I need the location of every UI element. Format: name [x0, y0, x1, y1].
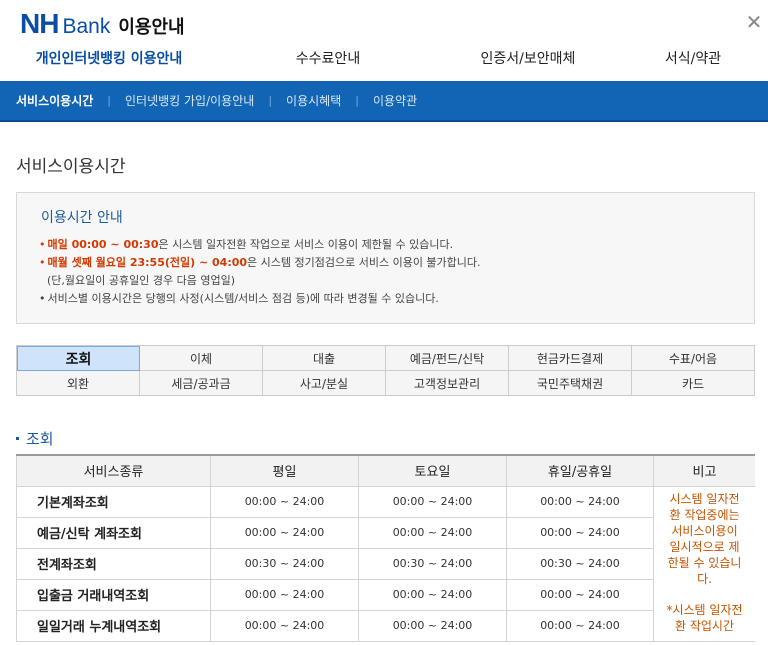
subnav-service-hours[interactable]: 서비스이용시간: [16, 92, 93, 109]
service-tab-foreign-exchange[interactable]: 외환: [17, 371, 140, 396]
bullet-icon: [16, 437, 19, 440]
table-header-row: 서비스종류 평일 토요일 휴일/공휴일 비고: [16, 454, 755, 487]
nh-bank-logo: NH Bank 이용안내: [20, 8, 185, 40]
service-tab-customer-info[interactable]: 고객정보관리: [386, 371, 509, 396]
popup-header: NH Bank 이용안내 ✕: [0, 0, 768, 46]
notice-line: • 매일 00:00 ~ 00:30은 시스템 일자전환 작업으로 서비스 이용이…: [39, 238, 454, 251]
weekday-hours: 00:00 ~ 24:00: [210, 609, 359, 642]
section-heading: 조회: [16, 428, 54, 449]
tab-personal-banking-guide[interactable]: 개인인터넷뱅킹 이용안내: [0, 46, 218, 81]
holiday-hours: 00:00 ~ 24:00: [506, 516, 654, 549]
service-name: 일일거래 누계내역조회: [16, 609, 211, 642]
section-title: 조회: [26, 430, 54, 448]
table-row: 전계좌조회 00:30 ~ 24:00 00:30 ~ 24:00 00:30 …: [16, 547, 756, 580]
notice-title: 이용시간 안내: [41, 210, 123, 226]
service-tab-loan[interactable]: 대출: [263, 346, 386, 371]
subnav-separator: |: [268, 94, 273, 107]
service-hours-table: 서비스종류 평일 토요일 휴일/공휴일 비고 기본계좌조회 00:00 ~ 24…: [16, 454, 755, 642]
saturday-hours: 00:30 ~ 24:00: [358, 547, 507, 580]
table-row: 기본계좌조회 00:00 ~ 24:00 00:00 ~ 24:00 00:00…: [16, 485, 755, 642]
col-header-weekday: 평일: [210, 454, 359, 487]
service-tab-accident-loss[interactable]: 사고/분실: [263, 371, 386, 396]
notice-box: 이용시간 안내 • 매일 00:00 ~ 00:30은 시스템 일자전환 작업으로…: [16, 192, 755, 324]
col-header-service: 서비스종류: [16, 454, 211, 487]
page-title: 서비스이용시간: [16, 157, 126, 177]
subnav-separator: |: [107, 94, 111, 107]
main-tabs: 개인인터넷뱅킹 이용안내 수수료안내 인증서/보안매체 서식/약관: [0, 46, 768, 81]
holiday-hours: 00:30 ~ 24:00: [506, 547, 654, 580]
close-icon[interactable]: ✕: [744, 12, 764, 32]
subnav-signup-guide[interactable]: 인터넷뱅킹 가입/이용안내: [125, 92, 254, 109]
service-name: 기본계좌조회: [16, 485, 211, 518]
saturday-hours: 00:00 ~ 24:00: [358, 609, 507, 642]
service-tab-cashcard-payment[interactable]: 현금카드결제: [509, 346, 632, 371]
service-name: 전계좌조회: [16, 547, 211, 580]
service-category-tabs: 조회 이체 대출 예금/펀드/신탁 현금카드결제 수표/어음 외환 세금/공과금…: [16, 345, 755, 396]
weekday-hours: 00:00 ~ 24:00: [210, 578, 359, 611]
notice-line: (단,월요일이 공휴일인 경우 다음 영업일): [47, 274, 235, 287]
note-cell: 시스템 일자전 환 작업중에는 서비스이용이 일시적으로 제 한될 수 있습니 …: [653, 485, 755, 642]
service-tab-card[interactable]: 카드: [632, 371, 755, 396]
saturday-hours: 00:00 ~ 24:00: [358, 578, 507, 611]
col-header-note: 비고: [653, 454, 755, 487]
tab-forms-terms[interactable]: 서식/약관: [618, 46, 768, 81]
tab-certificate-security[interactable]: 인증서/보안매체: [438, 46, 618, 81]
sub-navigation: 서비스이용시간 | 인터넷뱅킹 가입/이용안내 | 이용시혜택 | 이용약관: [0, 81, 768, 122]
subnav-terms[interactable]: 이용약관: [373, 92, 417, 109]
service-tab-tax-utility[interactable]: 세금/공과금: [140, 371, 263, 396]
service-name: 예금/신탁 계좌조회: [16, 516, 211, 549]
notice-line: • 매월 셋째 월요일 23:55(전일) ~ 04:00은 시스템 정기점검으로…: [39, 256, 481, 269]
table-row: 예금/신탁 계좌조회 00:00 ~ 24:00 00:00 ~ 24:00 0…: [16, 516, 756, 549]
logo-nh: NH: [20, 8, 59, 39]
holiday-hours: 00:00 ~ 24:00: [506, 485, 654, 518]
weekday-hours: 00:00 ~ 24:00: [210, 516, 359, 549]
col-header-saturday: 토요일: [358, 454, 507, 487]
table-row: 일일거래 누계내역조회 00:00 ~ 24:00 00:00 ~ 24:00 …: [16, 609, 756, 642]
subnav-separator: |: [355, 94, 359, 107]
service-tab-housing-bond[interactable]: 국민주택채권: [509, 371, 632, 396]
holiday-hours: 00:00 ~ 24:00: [506, 609, 654, 642]
tab-fee-guide[interactable]: 수수료안내: [218, 46, 438, 81]
logo-bank: Bank: [62, 15, 111, 38]
service-tab-deposit-fund-trust[interactable]: 예금/펀드/신탁: [386, 346, 509, 371]
notice-line: • 서비스별 이용시간은 당행의 사정(시스템/서비스 점검 등)에 따라 변경될…: [39, 292, 439, 305]
saturday-hours: 00:00 ~ 24:00: [358, 485, 507, 518]
service-hours-table-wrap: 서비스종류 평일 토요일 휴일/공휴일 비고 기본계좌조회 00:00 ~ 24…: [16, 454, 755, 645]
weekday-hours: 00:00 ~ 24:00: [210, 485, 359, 518]
service-tab-inquiry[interactable]: 조회: [17, 346, 140, 371]
weekday-hours: 00:30 ~ 24:00: [210, 547, 359, 580]
subnav-benefits[interactable]: 이용시혜택: [286, 92, 341, 109]
holiday-hours: 00:00 ~ 24:00: [506, 578, 654, 611]
service-tab-check-bill[interactable]: 수표/어음: [632, 346, 755, 371]
saturday-hours: 00:00 ~ 24:00: [358, 516, 507, 549]
popup-title: 이용안내: [118, 17, 185, 38]
service-tab-transfer[interactable]: 이체: [140, 346, 263, 371]
service-name: 입출금 거래내역조회: [16, 578, 211, 611]
col-header-holiday: 휴일/공휴일: [506, 454, 654, 487]
table-row: 입출금 거래내역조회 00:00 ~ 24:00 00:00 ~ 24:00 0…: [16, 578, 756, 611]
